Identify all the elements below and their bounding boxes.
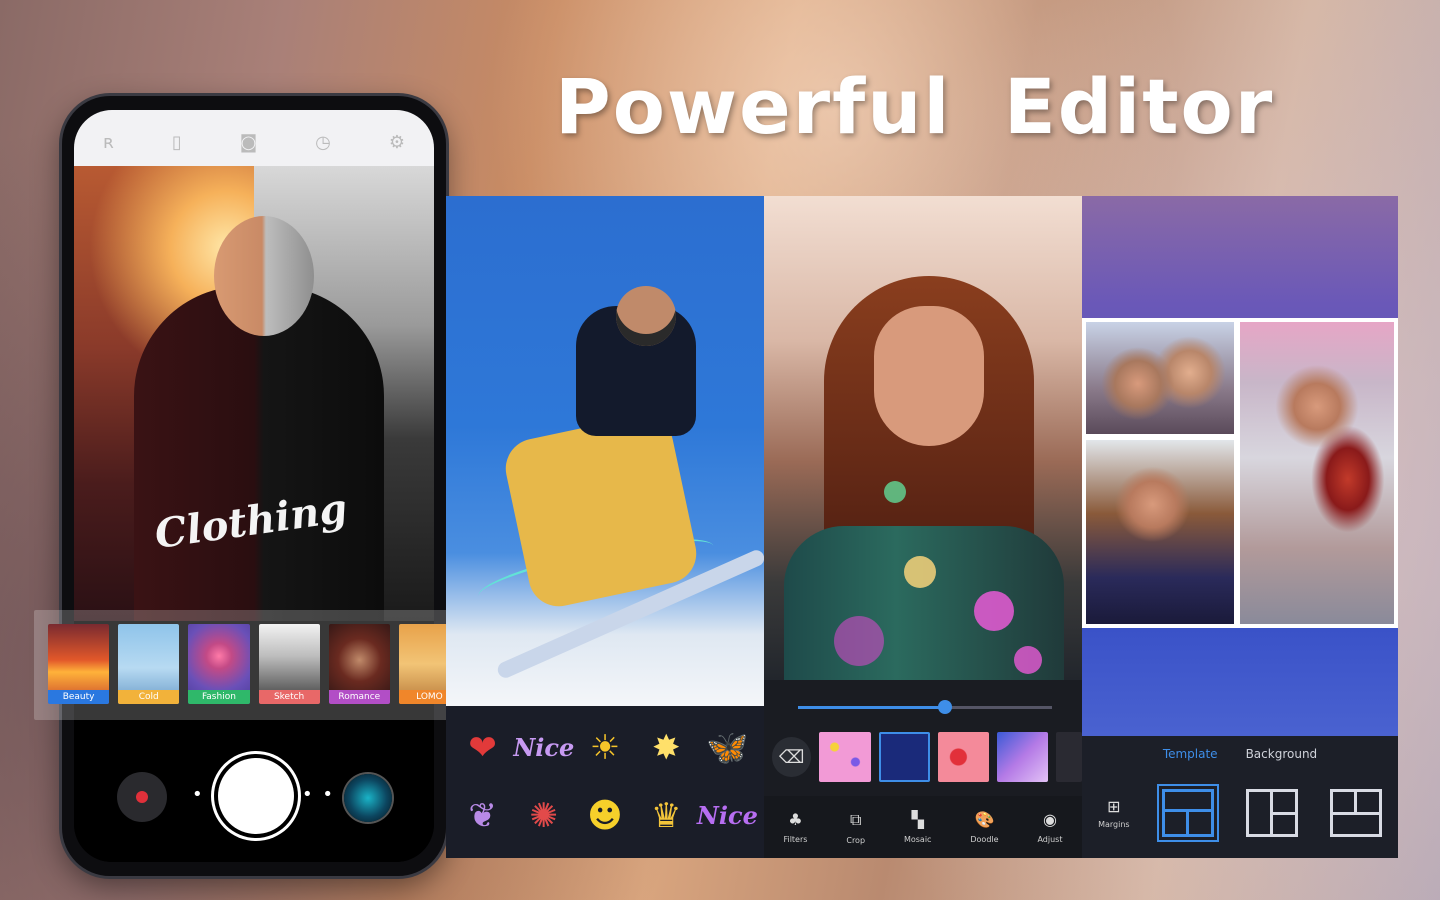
record-dot-icon [136, 791, 148, 803]
adjust-tool[interactable]: ◉ Adjust [1037, 810, 1062, 844]
filter-strip: Beauty Cold Fashion Sketch Romance LOMO [34, 610, 474, 720]
sticker-grid: ❤ Nice ☀ ✸ 🦋 ❦ ✺ ☻ ♛ Nice [446, 706, 764, 858]
crop-label: Crop [846, 835, 866, 845]
camera-screen: ʀ ▯ ◙ ◷ ⚙ Clothing • • • • [74, 110, 434, 862]
editor-tools-row: ♣ Filters ⧉ Crop ▚ Mosaic 🎨 Doodle ◉ Adj… [764, 796, 1082, 858]
layout-divider [1332, 812, 1379, 815]
layout-divider [1269, 812, 1295, 815]
feathers-sticker-icon[interactable]: ❦ [468, 799, 497, 833]
heart-sticker-icon[interactable]: ❤ [468, 731, 497, 765]
camera-top-bar: ʀ ▯ ◙ ◷ ⚙ [74, 110, 434, 166]
filter-thumb-fashion[interactable]: Fashion [188, 624, 250, 704]
collage-cell-couple[interactable] [1086, 322, 1234, 434]
camera-switch-icon[interactable]: ◙ [240, 132, 257, 153]
sticker-editor-panel: ❤ Nice ☀ ✸ 🦋 ❦ ✺ ☻ ♛ Nice [446, 196, 767, 858]
rider-head [616, 286, 676, 346]
crop-tool[interactable]: ⧉ Crop [846, 810, 865, 845]
timer-icon[interactable]: ◷ [315, 132, 331, 153]
snowboarder-photo [446, 196, 767, 706]
doodle-icon: 🎨 [974, 810, 995, 829]
filters-icon: ♣ [788, 810, 803, 829]
butterfly-sticker-icon[interactable]: 🦋 [706, 731, 748, 765]
mosaic-icon: ▚ [911, 810, 924, 829]
background-swatch-hearts[interactable] [937, 732, 990, 782]
blur-slider-knob[interactable] [938, 700, 952, 714]
margins-label: Margins [1098, 820, 1130, 829]
tab-template[interactable]: Template [1163, 747, 1218, 761]
sparkle-sticker-icon[interactable]: ✸ [652, 731, 681, 765]
bokeh-light [884, 481, 906, 503]
adjust-label: Adjust [1037, 835, 1063, 844]
portrait-face [874, 306, 984, 446]
nice-sticker[interactable]: Nice [513, 736, 574, 760]
background-swatch-pink-dots[interactable] [819, 732, 871, 782]
blur-slider-fill [798, 706, 944, 709]
filter-thumb-romance[interactable]: Romance [328, 624, 390, 704]
headline-title: Powerful Editor [555, 62, 1275, 151]
layout-option-3[interactable] [1329, 789, 1382, 837]
background-swatch-confetti[interactable] [1056, 732, 1082, 782]
cool-face-sticker-icon[interactable]: ☻ [587, 799, 622, 833]
shutter-button[interactable] [218, 758, 294, 834]
background-swatch-sparkle[interactable] [997, 732, 1049, 782]
background-editor-panel: ⌫ ♣ Filters ⧉ Crop ▚ Mosaic 🎨 Doodle ◉ A… [764, 196, 1082, 858]
eraser-icon[interactable]: ⌫ [772, 737, 812, 777]
tab-background[interactable]: Background [1246, 747, 1318, 761]
layout-option-2[interactable] [1245, 789, 1298, 837]
aspect-ratio-icon[interactable]: ▯ [172, 132, 182, 153]
phone-mockup: ʀ ▯ ◙ ◷ ⚙ Clothing • • • • [62, 96, 446, 876]
crown-sticker-icon[interactable]: ♛ [651, 799, 681, 833]
nice-sticker-2[interactable]: Nice [697, 804, 758, 828]
camera-preview: Clothing [74, 166, 434, 621]
layout-options-row: ⊞ Margins [1082, 780, 1398, 846]
mosaic-tool[interactable]: ▚ Mosaic [904, 810, 932, 844]
mosaic-label: Mosaic [903, 835, 932, 844]
model-head [214, 216, 314, 336]
burst-sticker-icon[interactable]: ✺ [530, 799, 559, 833]
sun-sticker-icon[interactable]: ☀ [590, 731, 620, 765]
filter-label: Sketch [258, 690, 320, 704]
collage-canvas [1082, 318, 1398, 628]
filters-tool[interactable]: ♣ Filters [783, 810, 807, 844]
layout-divider [1353, 792, 1357, 812]
gallery-thumbnail[interactable] [344, 774, 392, 822]
flash-icon[interactable]: ʀ [103, 132, 114, 153]
filters-label: Filters [783, 835, 808, 844]
margins-tool[interactable]: ⊞ Margins [1098, 797, 1130, 829]
bokeh-light [974, 591, 1014, 631]
collage-tabs: Template Background [1082, 736, 1398, 772]
collage-editor-panel: Template Background ⊞ Margins [1082, 196, 1398, 858]
doodle-label: Doodle [970, 835, 999, 844]
crop-icon: ⧉ [849, 809, 862, 829]
shutter-area: • • • • [74, 740, 434, 862]
filter-label: Cold [118, 690, 180, 704]
collage-cell-guitarist[interactable] [1240, 322, 1394, 624]
margins-icon: ⊞ [1107, 797, 1121, 816]
filter-label: Fashion [188, 690, 250, 704]
background-swatch-stars[interactable] [878, 732, 930, 782]
doodle-tool[interactable]: 🎨 Doodle [970, 810, 998, 844]
filter-thumb-cold[interactable]: Cold [118, 624, 180, 704]
filter-label: Beauty [48, 690, 110, 704]
collage-cell-woman[interactable] [1086, 440, 1234, 624]
rider-pants [500, 410, 702, 612]
layout-option-1[interactable] [1161, 789, 1214, 837]
filter-thumb-sketch[interactable]: Sketch [258, 624, 320, 704]
filter-thumb-beauty[interactable]: Beauty [48, 624, 110, 704]
model-figure [134, 286, 384, 621]
filter-label: Romance [328, 690, 390, 704]
portrait-photo [764, 196, 1082, 680]
bokeh-light [904, 556, 936, 588]
record-button[interactable] [117, 772, 167, 822]
layout-divider [1185, 809, 1189, 834]
bokeh-light [1014, 646, 1042, 674]
bokeh-light [834, 616, 884, 666]
settings-icon[interactable]: ⚙ [389, 132, 405, 153]
background-swatch-row: ⌫ [772, 728, 1082, 786]
adjust-icon: ◉ [1042, 810, 1057, 829]
mode-dots-right: • • [302, 784, 335, 805]
